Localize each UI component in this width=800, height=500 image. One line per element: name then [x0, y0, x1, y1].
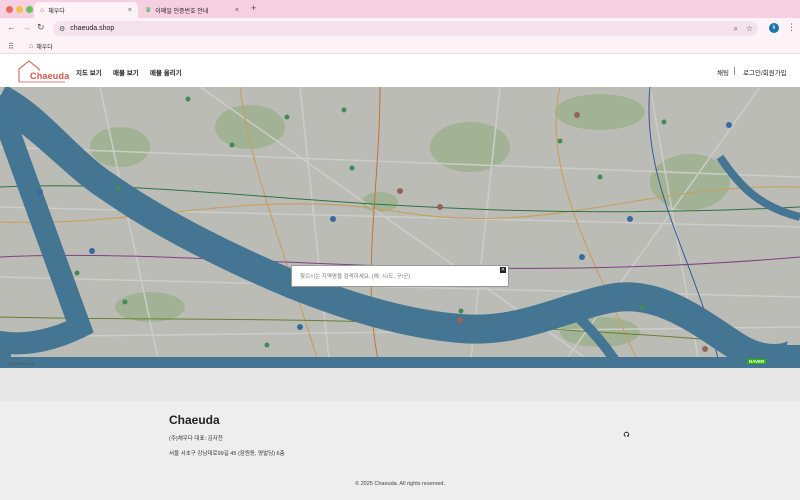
nav-listings[interactable]: 매물 보기	[113, 67, 139, 77]
back-arrow-icon[interactable]: ←	[7, 22, 16, 32]
apps-grid-icon[interactable]: ⠿	[8, 42, 14, 51]
profile-avatar[interactable]: k	[769, 23, 779, 33]
naver-logo: NAVER	[747, 359, 767, 364]
nav-login-signup[interactable]: 로그인/회원가입	[743, 67, 787, 77]
browser-toolbar: ← → ↻ ⚙ chaeuda.shop ⌕ ☆	[0, 18, 800, 39]
tab-email-verification[interactable]: ♛ 이메일 인증번호 안내 ×	[139, 2, 245, 18]
house-icon: ⌂	[40, 6, 45, 14]
github-icon[interactable]	[623, 431, 630, 438]
browser-tab-bar: ⌂ 채우다 × ♛ 이메일 인증번호 안내 × +	[0, 0, 800, 18]
url-text[interactable]: chaeuda.shop	[70, 25, 114, 32]
nav-divider	[734, 67, 735, 75]
bookmark-chaeuda[interactable]: ⌂ 채우다	[29, 42, 53, 51]
site-logo[interactable]: Chaeuda	[17, 60, 70, 84]
nav-map-view[interactable]: 지도 보기	[76, 67, 102, 77]
nav-post-listing[interactable]: 매물 올리기	[150, 67, 182, 77]
site-info-icon[interactable]: ⚙	[59, 25, 65, 33]
menu-kebab-icon[interactable]: ⋮	[787, 22, 796, 33]
footer-copyright: © 2025 Chaeuda. All rights reserved.	[355, 481, 445, 487]
maximize-window-button[interactable]	[26, 6, 33, 13]
map-overlay-dim	[0, 87, 800, 368]
close-window-button[interactable]	[6, 6, 13, 13]
zoom-icon[interactable]: ⌕	[734, 24, 738, 34]
content-gap	[0, 368, 800, 401]
nav-chat[interactable]: 채팅	[717, 67, 729, 77]
footer-company-info: (주)채우다 대표: 김자천	[169, 436, 223, 442]
site-footer: Chaeuda (주)채우다 대표: 김자천 서울 서초구 강남대로99길 45…	[0, 401, 800, 500]
tab-title: 채우다	[48, 8, 65, 15]
bookmark-label: 채우다	[36, 45, 53, 51]
tab-title: 이메일 인증번호 안내	[155, 8, 209, 15]
forward-arrow-icon[interactable]: →	[22, 22, 31, 32]
new-tab-button[interactable]: +	[251, 3, 256, 13]
region-search-input[interactable]	[300, 272, 490, 282]
crown-icon: ♛	[145, 7, 152, 14]
close-tab-icon[interactable]: ×	[235, 7, 239, 14]
map-attribution: © NAVER Corp.	[7, 361, 36, 366]
house-icon: ⌂	[29, 43, 34, 50]
bookmark-star-icon[interactable]: ☆	[746, 24, 753, 33]
bookmarks-bar: ⠿ ⌂ 채우다	[0, 39, 800, 54]
footer-address: 서울 서초구 강남대로99길 45 (잠원동, 명발딩) 6층	[169, 451, 285, 457]
logo-text: Chaeuda	[30, 71, 70, 81]
modal-close-icon[interactable]: ✕	[500, 267, 506, 273]
address-bar[interactable]: ⚙ chaeuda.shop ⌕ ☆	[53, 21, 758, 36]
minimize-window-button[interactable]	[16, 6, 23, 13]
tab-chaeuda[interactable]: ⌂ 채우다 ×	[34, 2, 138, 18]
reload-icon[interactable]: ↻	[37, 22, 45, 33]
map-view[interactable]: ✕ © NAVER Corp. NAVER	[0, 87, 800, 368]
footer-brand: Chaeuda	[169, 413, 220, 427]
site-header: Chaeuda 지도 보기 매물 보기 매물 올리기 채팅 로그인/회원가입	[0, 54, 800, 87]
region-search-modal: ✕	[291, 265, 509, 287]
close-tab-icon[interactable]: ×	[128, 7, 132, 14]
